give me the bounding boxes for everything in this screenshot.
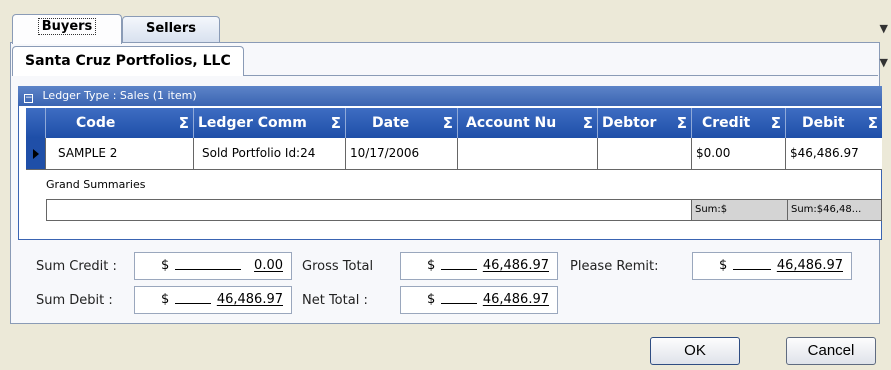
gross-total-label: Gross Total (302, 259, 374, 274)
main-tabstrip: Buyers Sellers ▼ (10, 12, 891, 44)
gross-total-field[interactable]: $ 46,486.97 (400, 252, 558, 280)
sum-credit-cell: Sum:$ (691, 200, 787, 220)
gross-total-dollar: $ (427, 258, 436, 273)
summary-row: Sum:$ Sum:$46,48... (46, 199, 882, 221)
cancel-button[interactable]: Cancel (786, 337, 876, 365)
header-spacer (26, 108, 46, 138)
gross-total-underline (441, 269, 477, 270)
please-remit-label: Please Remit: (570, 259, 659, 274)
column-header-date[interactable]: Date Σ (346, 108, 458, 138)
sum-debit-field[interactable]: $ 46,486.97 (134, 286, 292, 314)
tab-sellers-label: Sellers (145, 21, 197, 36)
tab-santa-cruz-portfolios[interactable]: Santa Cruz Portfolios, LLC (12, 46, 244, 76)
column-header-code[interactable]: Code Σ (46, 108, 194, 138)
sum-debit-label: Sum Debit : (36, 293, 113, 308)
net-total-underline (441, 303, 477, 304)
sigma-icon[interactable]: Σ (331, 108, 341, 138)
cell-debtor[interactable] (598, 138, 692, 169)
column-header-ledger-comment[interactable]: Ledger Comm Σ (194, 108, 346, 138)
cell-ledger-comment[interactable]: Sold Portfolio Id:24 (194, 138, 346, 169)
group-header-label: Ledger Type : Sales (1 item) (42, 89, 197, 102)
net-total-value: 46,486.97 (482, 292, 549, 307)
sum-credit-value: 0.00 (254, 258, 283, 273)
sum-credit-label: Sum Credit : (36, 259, 117, 274)
sum-debit-value: 46,486.97 (216, 292, 283, 307)
column-date-label: Date (372, 115, 410, 131)
sigma-icon[interactable]: Σ (583, 108, 593, 138)
column-debit-label: Debit (802, 115, 845, 131)
cell-code[interactable]: SAMPLE 2 (46, 138, 194, 169)
grand-summaries-label: Grand Summaries (46, 178, 146, 191)
sigma-icon[interactable]: Σ (771, 108, 781, 138)
tab-sellers[interactable]: Sellers (122, 16, 220, 42)
sum-debit-underline (175, 303, 211, 304)
cell-debit[interactable]: $46,486.97 (786, 138, 882, 169)
column-ledger-comment-label: Ledger Comm (198, 115, 307, 131)
sigma-icon[interactable]: Σ (868, 108, 878, 138)
column-account-number-label: Account Nu (466, 115, 557, 131)
ok-button[interactable]: OK (650, 337, 740, 365)
column-header-account-number[interactable]: Account Nu Σ (458, 108, 598, 138)
sum-credit-underline (175, 269, 241, 270)
sigma-icon[interactable]: Σ (443, 108, 453, 138)
sigma-icon[interactable]: Σ (677, 108, 687, 138)
sum-credit-field[interactable]: $ 0.00 (134, 252, 292, 280)
gross-total-value: 46,486.97 (482, 258, 549, 273)
net-total-dollar: $ (427, 292, 436, 307)
column-code-label: Code (76, 115, 116, 131)
tab-buyers-label: Buyers (37, 18, 97, 35)
cell-date[interactable]: 10/17/2006 (346, 138, 458, 169)
sum-debit-dollar: $ (161, 292, 170, 307)
net-total-label: Net Total : (302, 293, 368, 308)
row-pointer-icon (33, 149, 39, 159)
column-header-credit[interactable]: Credit Σ (692, 108, 786, 138)
tab-buyers[interactable]: Buyers (12, 14, 122, 44)
cell-account-number[interactable] (458, 138, 598, 169)
dropdown-pin-icon[interactable]: ▼ (880, 56, 888, 69)
column-debtor-label: Debtor (602, 115, 657, 131)
column-header-debit[interactable]: Debit Σ (786, 108, 882, 138)
please-remit-field[interactable]: $ 46,486.97 (692, 252, 852, 280)
sum-credit-dollar: $ (161, 258, 170, 273)
sum-debit-cell: Sum:$46,48... (787, 200, 881, 220)
table-row[interactable]: SAMPLE 2 Sold Portfolio Id:24 10/17/2006… (26, 138, 882, 170)
cell-credit[interactable]: $0.00 (692, 138, 786, 169)
please-remit-dollar: $ (719, 258, 728, 273)
net-total-field[interactable]: $ 46,486.97 (400, 286, 558, 314)
column-header-debtor[interactable]: Debtor Σ (598, 108, 692, 138)
please-remit-underline (733, 269, 771, 270)
row-selector[interactable] (26, 138, 46, 169)
collapse-minus-icon[interactable]: − (24, 94, 33, 103)
group-header[interactable]: − Ledger Type : Sales (1 item) (18, 86, 882, 106)
sigma-icon[interactable]: Σ (179, 108, 189, 138)
please-remit-value: 46,486.97 (776, 258, 843, 273)
dropdown-pin-icon[interactable]: ▼ (880, 22, 888, 35)
grid-header-row: Code Σ Ledger Comm Σ Date Σ Account Nu Σ… (26, 108, 882, 138)
inner-tab-label: Santa Cruz Portfolios, LLC (25, 53, 231, 69)
column-credit-label: Credit (702, 115, 751, 131)
